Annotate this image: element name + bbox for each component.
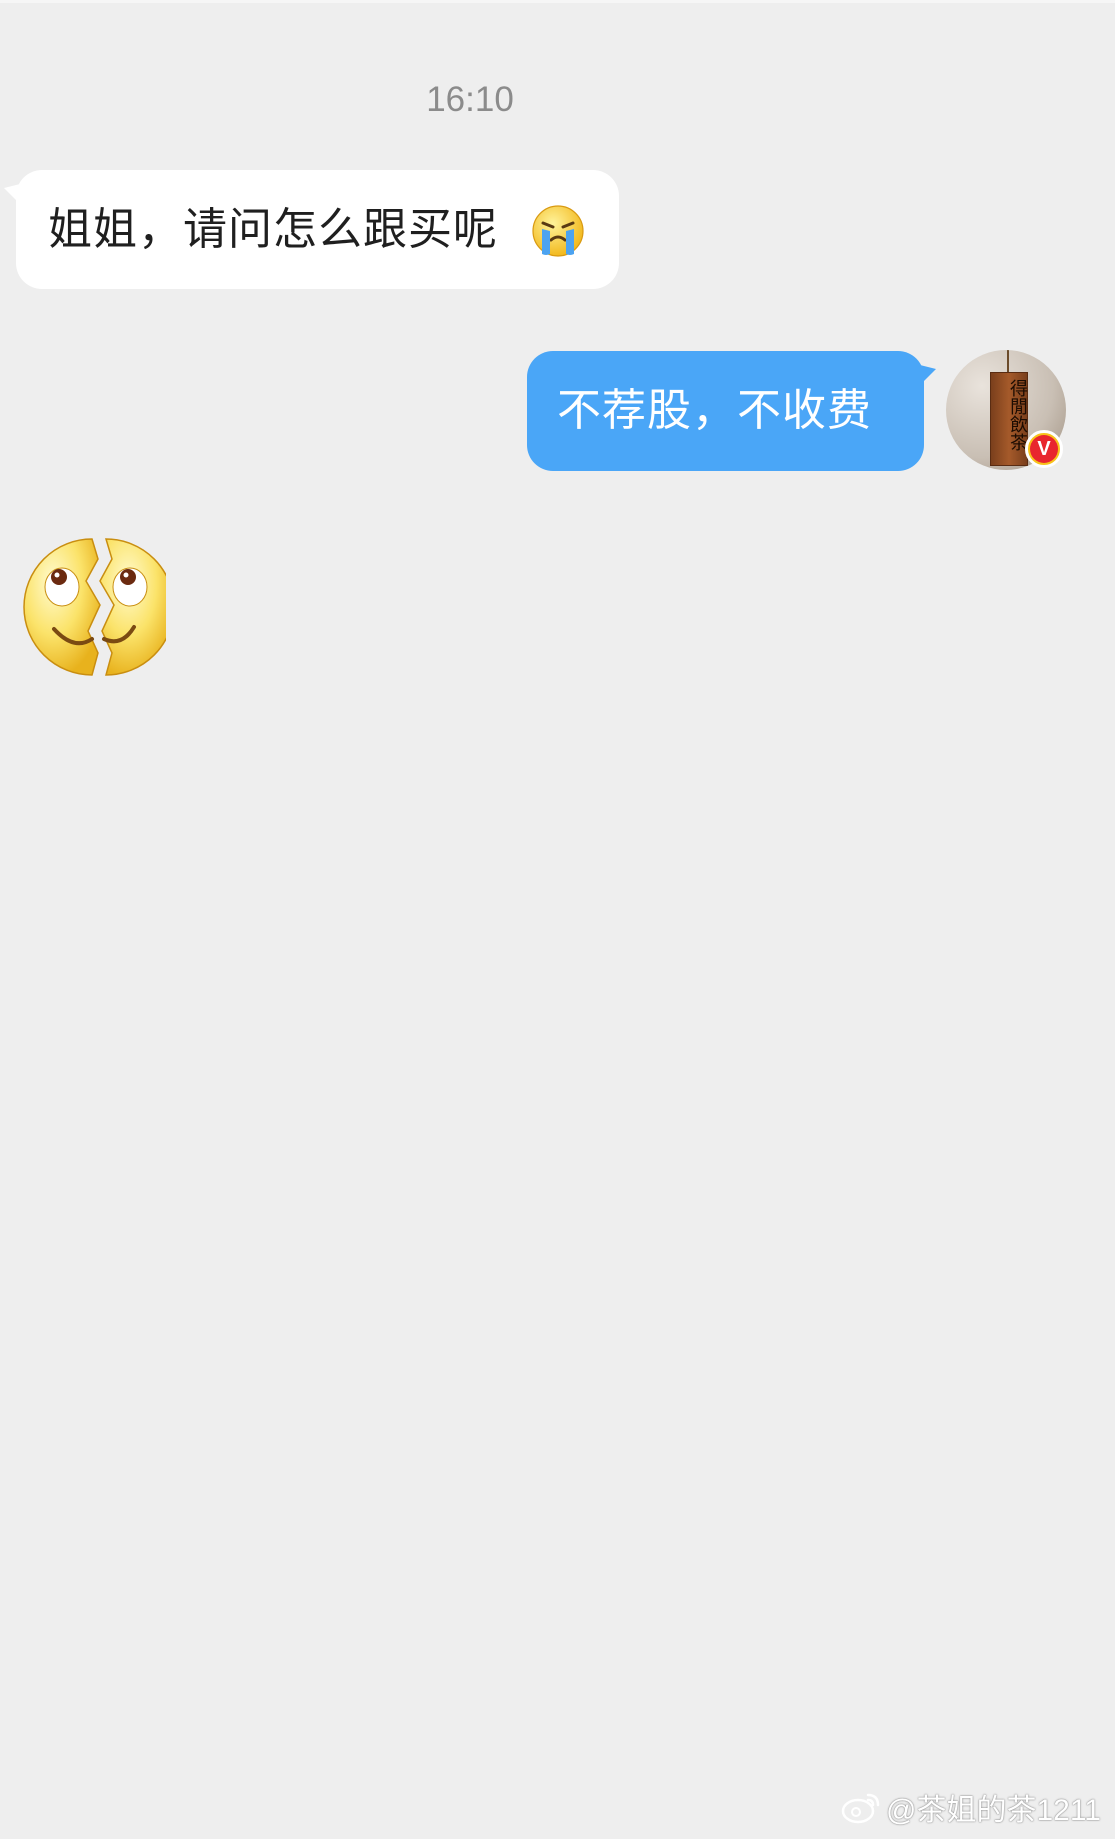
broken-smile-emoji-icon[interactable] <box>22 535 166 679</box>
plaque-calligraphy: 得閒飲茶 <box>1007 379 1028 451</box>
plaque-string <box>1007 350 1009 372</box>
incoming-message-text: 姐姐，请问怎么跟买呢 <box>48 204 498 255</box>
weibo-logo-icon <box>841 1793 880 1824</box>
watermark-text: @茶姐的茶1211 <box>886 1794 1101 1827</box>
message-timestamp: 16:10 <box>426 80 514 119</box>
crying-face-icon <box>532 205 584 257</box>
verified-badge-icon: V <box>1025 430 1063 468</box>
outgoing-message-text: 不荐股，不收费 <box>557 385 872 436</box>
incoming-bubble-tail <box>4 184 20 204</box>
weibo-watermark: @茶姐的茶1211 <box>840 1785 1101 1829</box>
top-border <box>0 0 1115 3</box>
outgoing-bubble-tail <box>920 365 936 385</box>
outgoing-message-bubble[interactable]: 不荐股，不收费 <box>527 351 936 471</box>
incoming-message-bubble[interactable]: 姐姐，请问怎么跟买呢 <box>4 170 619 289</box>
verified-badge-letter: V <box>1030 435 1058 463</box>
wooden-plaque-image: 得閒飲茶 <box>990 372 1028 466</box>
